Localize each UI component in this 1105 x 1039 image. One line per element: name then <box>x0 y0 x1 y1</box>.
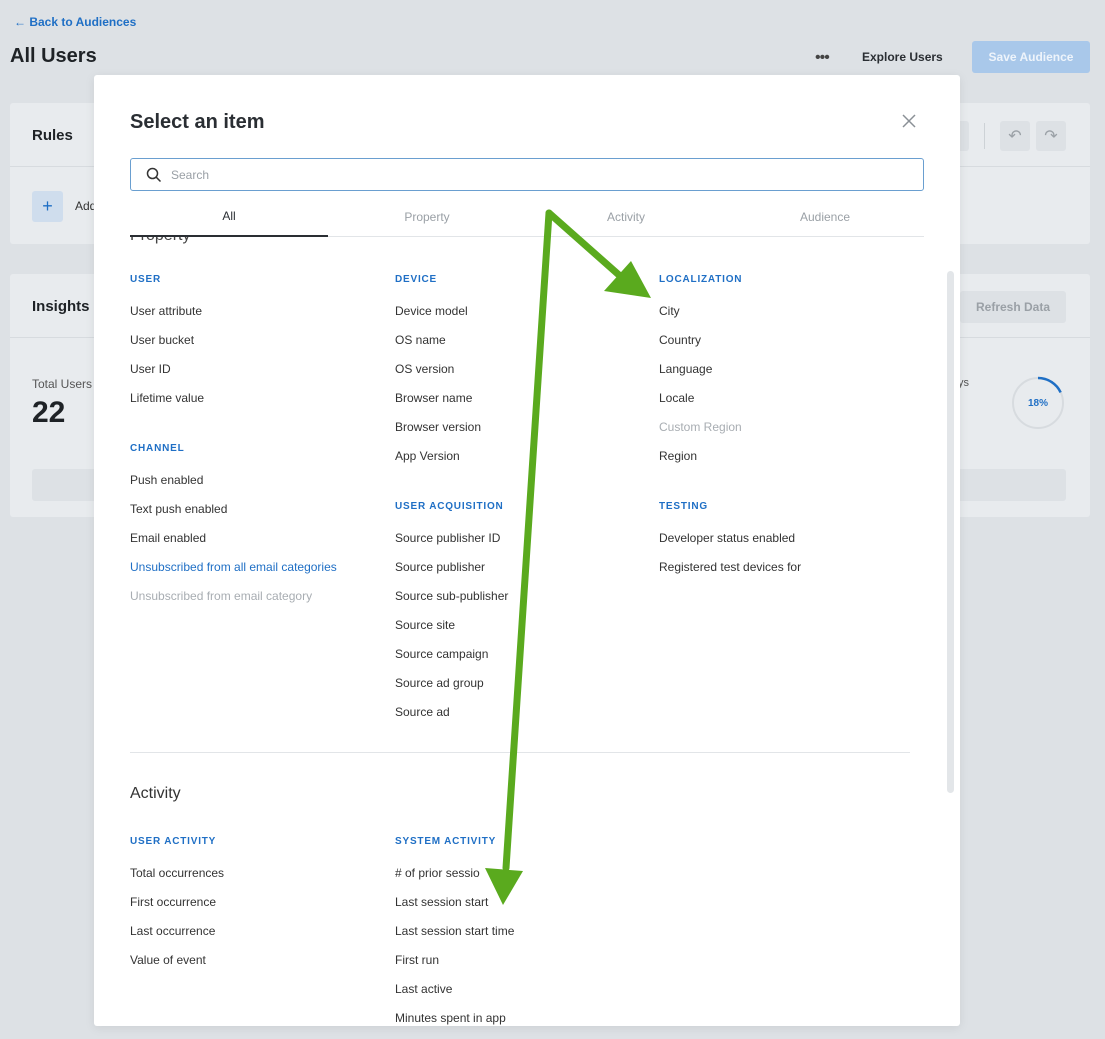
insights-title: Insights <box>32 298 90 315</box>
list-item-app-version[interactable]: App Version <box>395 449 645 478</box>
save-audience-button[interactable]: Save Audience <box>972 41 1090 73</box>
list-item-browser-version[interactable]: Browser version <box>395 420 645 449</box>
list-item-unsubscribed-from-email-category: Unsubscribed from email category <box>130 589 313 603</box>
category-group-testing: TESTING Developer status enabled Registere… <box>659 500 909 589</box>
search-icon <box>146 167 162 183</box>
category-group-user-activity: USER ACTIVITY Total occurrences First occu… <box>130 835 380 982</box>
list-item-source-publisher-id[interactable]: Source publisher ID <box>395 531 645 560</box>
total-users-label: Total Users <box>32 377 93 391</box>
list-item-of-prior-sessio[interactable]: # of prior sessio <box>395 866 645 895</box>
list-item-last-occurrence[interactable]: Last occurrence <box>130 924 380 953</box>
total-users-value: 22 <box>32 396 66 429</box>
category-label: USER ACQUISITION <box>395 501 504 512</box>
list-item-lifetime-value[interactable]: Lifetime value <box>130 391 380 420</box>
category-group-device: DEVICE Device model OS name OS version Brows… <box>395 273 645 478</box>
tab-audience[interactable]: Audience <box>726 196 924 237</box>
tab-activity[interactable]: Activity <box>527 196 725 237</box>
list-item-email-enabled[interactable]: Email enabled <box>130 531 380 560</box>
list-item-minutes-spent-in-app[interactable]: Minutes spent in app <box>395 1011 645 1026</box>
list-item-first-run[interactable]: First run <box>395 953 645 982</box>
tab-all[interactable]: All <box>130 196 328 237</box>
tab-property[interactable]: Property <box>328 196 526 237</box>
search-box <box>130 158 924 191</box>
list-item-source-site[interactable]: Source site <box>395 618 645 647</box>
list-item-text-push-enabled[interactable]: Text push enabled <box>130 502 380 531</box>
category-label: CHANNEL <box>130 443 185 454</box>
list-item-last-active[interactable]: Last active <box>395 982 645 1011</box>
list-item-last-session-start-time[interactable]: Last session start time <box>395 924 645 953</box>
search-input[interactable] <box>171 159 911 190</box>
list-item-language[interactable]: Language <box>659 362 909 391</box>
list-item-registered-test-devices-for[interactable]: Registered test devices for <box>659 560 909 589</box>
category-label: SYSTEM ACTIVITY <box>395 836 497 847</box>
select-item-modal: Select an item All Property Activity Aud… <box>94 75 960 1026</box>
list-item-os-version[interactable]: OS version <box>395 362 645 391</box>
list-item-push-enabled[interactable]: Push enabled <box>130 473 380 502</box>
category-label: TESTING <box>659 501 708 512</box>
tab-bar: All Property Activity Audience <box>130 196 924 237</box>
list-item-last-session-start[interactable]: Last session start <box>395 895 645 924</box>
page-title: All Users <box>10 45 97 67</box>
list-item-source-ad[interactable]: Source ad <box>395 705 645 734</box>
category-group-user: USER User attribute User bucket User ID Life… <box>130 273 380 420</box>
toolbar-divider <box>984 123 985 149</box>
category-label: USER ACTIVITY <box>130 836 217 847</box>
category-group-user-acquisition: USER ACQUISITION Source publisher ID Sourc… <box>395 500 645 734</box>
undo-icon[interactable]: ↶ <box>1000 121 1030 151</box>
list-item-user-attribute[interactable]: User attribute <box>130 304 380 333</box>
property-column-1: USER User attribute User bucket User ID Life… <box>130 273 380 640</box>
list-item-country[interactable]: Country <box>659 333 909 362</box>
list-item-device-model[interactable]: Device model <box>395 304 645 333</box>
scrollbar[interactable] <box>947 271 954 793</box>
list-item-os-name[interactable]: OS name <box>395 333 645 362</box>
percent-value: 18% <box>1027 397 1048 409</box>
list-item-source-campaign[interactable]: Source campaign <box>395 647 645 676</box>
list-item-unsubscribed-from-all-email-categories[interactable]: Unsubscribed from all email categories <box>130 560 380 589</box>
category-label: DEVICE <box>395 274 438 285</box>
modal-title: Select an item <box>130 111 265 133</box>
more-options-icon[interactable]: ••• <box>815 49 830 67</box>
list-item-locale[interactable]: Locale <box>659 391 909 420</box>
explore-users-button[interactable]: Explore Users <box>862 50 943 64</box>
category-group-system-activity: SYSTEM ACTIVITY # of prior sessio Last ses… <box>395 835 645 1026</box>
rules-title: Rules <box>32 127 73 144</box>
list-item-source-publisher[interactable]: Source publisher <box>395 560 645 589</box>
list-item-custom-region: Custom Region <box>659 420 742 434</box>
list-item-user-id[interactable]: User ID <box>130 362 380 391</box>
close-icon[interactable] <box>900 112 918 130</box>
redo-icon[interactable]: ↷ <box>1036 121 1066 151</box>
activity-column-1: USER ACTIVITY Total occurrences First occu… <box>130 835 380 1004</box>
list-item-region[interactable]: Region <box>659 449 909 478</box>
list-item-browser-name[interactable]: Browser name <box>395 391 645 420</box>
list-item-user-bucket[interactable]: User bucket <box>130 333 380 362</box>
property-column-3: LOCALIZATION City Country Language Locale Cus… <box>659 273 909 611</box>
list-item-developer-status-enabled[interactable]: Developer status enabled <box>659 531 909 560</box>
item-list: Property USER User attributeUser bucketUs… <box>94 237 960 1026</box>
list-item-source-sub-publisher[interactable]: Source sub-publisher <box>395 589 645 618</box>
category-label: USER <box>130 274 161 285</box>
add-rule-button[interactable]: + <box>32 191 63 222</box>
list-item-first-occurrence[interactable]: First occurrence <box>130 895 380 924</box>
back-to-audiences-link[interactable]: ← Back to Audiences <box>14 15 136 29</box>
category-label: LOCALIZATION <box>659 274 743 285</box>
refresh-data-button[interactable]: Refresh Data <box>960 291 1066 323</box>
category-group-localization: LOCALIZATION City Country Language Locale Cus… <box>659 273 909 478</box>
list-item-value-of-event[interactable]: Value of event <box>130 953 380 982</box>
list-item-city[interactable]: City <box>659 304 909 333</box>
list-item-source-ad-group[interactable]: Source ad group <box>395 676 645 705</box>
category-group-channel: CHANNEL Push enabled Text push enabled Emai… <box>130 442 380 618</box>
list-item-total-occurrences[interactable]: Total occurrences <box>130 866 380 895</box>
property-section-heading-clipped: Property <box>130 237 190 245</box>
activity-column-2: SYSTEM ACTIVITY # of prior sessio Last ses… <box>395 835 645 1026</box>
activity-section-heading: Activity <box>130 785 181 802</box>
section-divider <box>130 752 910 753</box>
property-column-2: DEVICE Device model OS name OS version Brows… <box>395 273 645 756</box>
